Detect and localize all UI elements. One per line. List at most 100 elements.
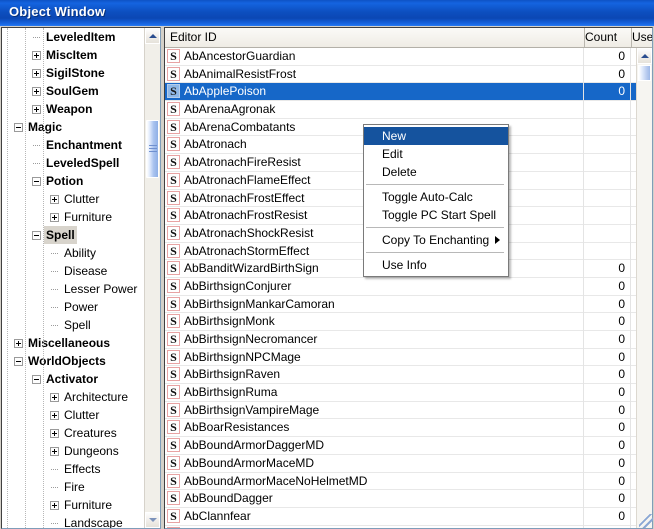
tree-item[interactable]: Furniture <box>2 496 138 514</box>
menu-item[interactable]: Edit <box>364 145 508 163</box>
expand-icon[interactable] <box>50 429 59 438</box>
expand-icon[interactable] <box>50 213 59 222</box>
list-scroll-up-button[interactable] <box>637 48 652 64</box>
menu-item[interactable]: Use Info <box>364 256 508 274</box>
menu-item[interactable]: New <box>364 127 508 145</box>
expand-icon[interactable] <box>50 195 59 204</box>
resize-grip-icon[interactable] <box>639 514 653 528</box>
cell-editor-id: AbArenaCombatants <box>184 119 296 134</box>
expand-icon[interactable] <box>14 339 23 348</box>
expand-icon[interactable] <box>50 393 59 402</box>
tree-item[interactable]: Fire <box>2 478 138 496</box>
expand-icon[interactable] <box>50 411 59 420</box>
tree-scrollbar-thumb[interactable] <box>146 120 159 178</box>
tree-item[interactable]: LeveledSpell <box>2 154 138 172</box>
table-row[interactable]: SAbArenaAgronakArena Agronak's Ability <box>165 101 636 119</box>
tree-item[interactable]: SoulGem <box>2 82 138 100</box>
tree-item[interactable]: Disease <box>2 262 138 280</box>
table-row[interactable]: SAbAnimalResistFrost025Resist Frost <box>165 66 636 84</box>
tree-item-label: Clutter <box>64 192 100 206</box>
table-row[interactable]: SAbBoundArmorMaceMD015Mythic Dawn Bound … <box>165 455 636 473</box>
tree-item[interactable]: Activator <box>2 370 138 388</box>
tree-item[interactable]: Clutter <box>2 190 138 208</box>
tree-item[interactable]: Effects <box>2 460 138 478</box>
cell-editor-id: AbAtronachStormEffect <box>184 243 310 258</box>
table-row[interactable]: SAbBirthsignRaven01Raven Birthsign <box>165 366 636 385</box>
expand-icon[interactable] <box>32 51 41 60</box>
table-row[interactable]: SAbBirthsignNPCMage017NPC Mage Birthsign <box>165 349 636 367</box>
tree-item[interactable]: Potion <box>2 172 138 190</box>
column-header[interactable]: Count <box>585 28 632 47</box>
expand-icon[interactable] <box>50 447 59 456</box>
table-row[interactable]: SAbBirthsignRuma01Ruma Birthsign <box>165 384 636 402</box>
tree-item[interactable]: Clutter <box>2 406 138 424</box>
tree-item[interactable]: Weapon <box>2 100 138 118</box>
tree-item[interactable]: Architecture <box>2 388 138 406</box>
collapse-icon[interactable] <box>14 123 23 132</box>
tree-item[interactable]: MiscItem <box>2 46 138 64</box>
cell-editor-id: AbBirthsignVampireMage <box>184 402 320 417</box>
collapse-icon[interactable] <box>14 357 23 366</box>
table-row[interactable]: SAbBirthsignConjurer020Conjurer Birthsig… <box>165 278 636 296</box>
table-row[interactable]: SAbBirthsignVampireMage020Vampire Mage B… <box>165 402 636 420</box>
column-header[interactable]: Editor ID <box>165 28 585 47</box>
expand-icon[interactable] <box>32 69 41 78</box>
tree-item[interactable]: Miscellaneous <box>2 334 138 352</box>
tree-item[interactable]: WorldObjects <box>2 352 138 370</box>
context-menu[interactable]: New Edit Delete Toggle Auto-Calc Toggle PC S… <box>363 124 509 277</box>
table-row[interactable]: SAbDAAzura03Azura's Afflicted Brethren <box>165 526 636 528</box>
tree-item[interactable]: Lesser Power <box>2 280 138 298</box>
table-row[interactable]: SAbBirthsignMankarCamoran01Mankar Camora… <box>165 296 636 314</box>
tree-item[interactable]: Ability <box>2 244 138 262</box>
menu-item[interactable]: Copy To Enchanting <box>364 231 508 249</box>
cell-editor-id: AbAtronach <box>184 137 247 152</box>
menu-item[interactable]: Toggle Auto-Calc <box>364 188 508 206</box>
tree-guide-line <box>43 28 45 528</box>
tree-item[interactable]: Power <box>2 298 138 316</box>
tree-item[interactable]: SigilStone <box>2 64 138 82</box>
collapse-icon[interactable] <box>32 177 41 186</box>
tree-item-label: LeveledSpell <box>46 156 120 170</box>
category-tree[interactable]: LeveledItem MiscItem SigilStone SoulGem Weap… <box>2 28 138 528</box>
list-scrollbar-thumb[interactable] <box>638 65 651 81</box>
list-header[interactable]: Editor IDCountUsersName <box>165 28 652 48</box>
tree-item[interactable]: Dungeons <box>2 442 138 460</box>
list-vertical-scrollbar[interactable] <box>636 48 652 528</box>
table-row[interactable]: SAbBoundArmorDaggerMD01Mythic Dawn Bound… <box>165 437 636 455</box>
table-row[interactable]: SAbApplePoison01Poisoned Apple Effect <box>165 83 636 102</box>
expand-icon[interactable] <box>50 501 59 510</box>
tree-scroll-down-button[interactable] <box>145 512 160 528</box>
table-row[interactable]: SAbAncestorGuardian04Ancestor Guardian R… <box>165 48 636 66</box>
cell-editor-id: AbBoarResistances <box>184 420 290 435</box>
tree-item[interactable]: Furniture <box>2 208 138 226</box>
collapse-icon[interactable] <box>32 375 41 384</box>
table-row[interactable]: SAbBoundArmorMaceNoHelmetMD01Mythic Dawn… <box>165 473 636 491</box>
table-row[interactable]: SAbBoarResistances00Resist Magic 25% <box>165 419 636 438</box>
spell-record-icon: S <box>167 84 180 99</box>
tree-item[interactable]: LeveledItem <box>2 28 138 46</box>
tree-item-label: Effects <box>64 462 101 476</box>
tree-scroll-up-button[interactable] <box>145 28 160 44</box>
tree-item[interactable]: Spell <box>2 226 138 244</box>
tree-item[interactable]: Enchantment <box>2 136 138 154</box>
tree-item-label: Ability <box>64 246 97 260</box>
tree-item[interactable]: Landscape <box>2 514 138 528</box>
table-row[interactable]: SAbBirthsignNecromancer023Necromancer Bi… <box>165 331 636 349</box>
column-header[interactable]: Users <box>632 28 652 47</box>
expand-icon[interactable] <box>32 105 41 114</box>
tree-item-label: Clutter <box>64 408 100 422</box>
title-bar[interactable]: Object Window <box>0 0 654 26</box>
object-list[interactable]: SAbAncestorGuardian04Ancestor Guardian R… <box>165 48 636 528</box>
tree-item-label: Disease <box>64 264 108 278</box>
tree-item[interactable]: Spell <box>2 316 138 334</box>
tree-vertical-scrollbar[interactable] <box>144 28 160 528</box>
collapse-icon[interactable] <box>32 231 41 240</box>
table-row[interactable]: SAbClannfear05Clannfear Armor <box>165 508 636 526</box>
tree-item[interactable]: Magic <box>2 118 138 136</box>
table-row[interactable]: SAbBoundDagger02Bound Dagger <box>165 490 636 508</box>
menu-item[interactable]: Toggle PC Start Spell <box>364 206 508 224</box>
tree-item[interactable]: Creatures <box>2 424 138 442</box>
expand-icon[interactable] <box>32 87 41 96</box>
menu-item[interactable]: Delete <box>364 163 508 181</box>
table-row[interactable]: SAbBirthsignMonk016Monk Birthsign <box>165 313 636 331</box>
